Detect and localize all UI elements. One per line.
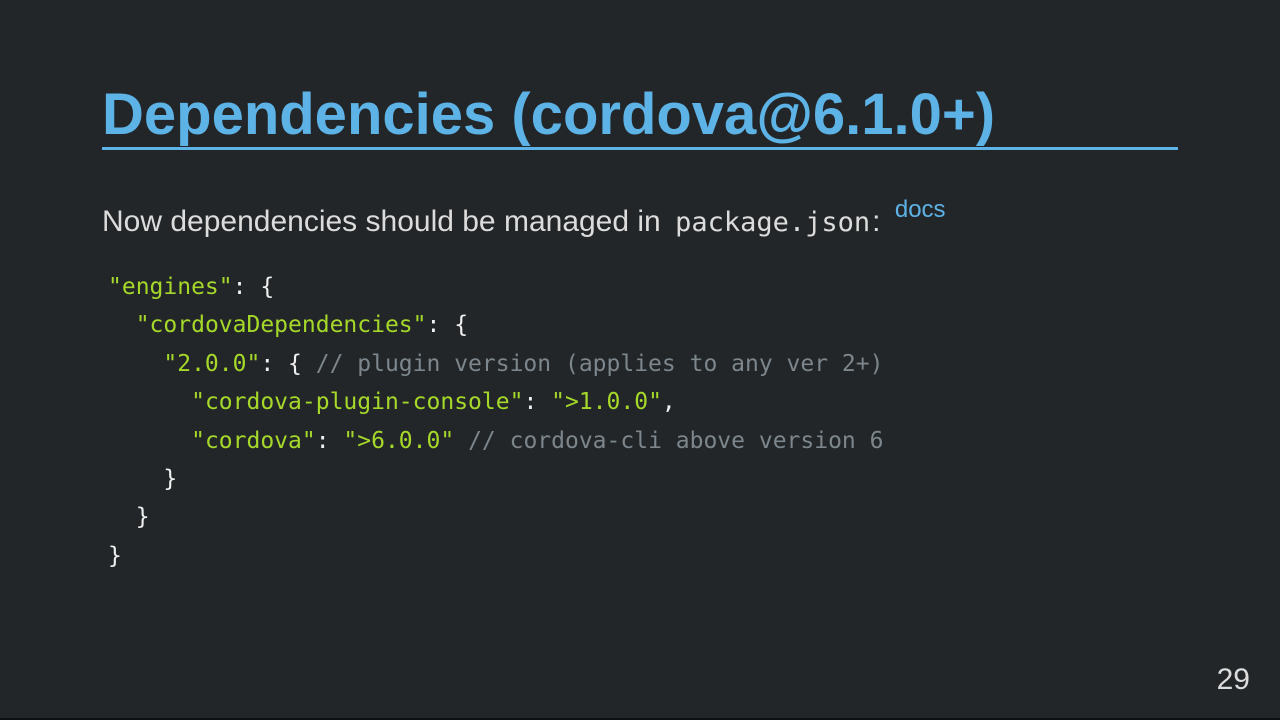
- code-punctuation: }: [163, 465, 178, 492]
- code-comment: // plugin version (applies to any ver 2+…: [315, 350, 884, 377]
- docs-link[interactable]: docs: [895, 196, 946, 223]
- code-punctuation: :: [523, 389, 552, 416]
- code-punctuation: [454, 428, 468, 454]
- code-string: ">6.0.0": [343, 427, 455, 454]
- inline-code-package-json: package.json: [675, 207, 871, 238]
- code-line: "cordovaDependencies": {: [108, 306, 883, 344]
- page-number: 29: [1216, 663, 1250, 696]
- code-line: }: [108, 537, 883, 575]
- code-punctuation: : {: [232, 274, 275, 300]
- code-line: "cordova": ">6.0.0" // cordova-cli above…: [108, 422, 883, 460]
- code-string: ">1.0.0": [551, 389, 662, 416]
- code-string: "cordova-plugin-console": [191, 389, 524, 416]
- code-line: }: [108, 498, 883, 536]
- title-underline: [102, 147, 1178, 150]
- code-punctuation: ,: [661, 389, 676, 416]
- intro-colon: :: [872, 205, 881, 238]
- code-punctuation: : {: [426, 312, 469, 339]
- code-punctuation: : {: [260, 350, 316, 377]
- slide-title: Dependencies (cordova@6.1.0+): [102, 82, 996, 147]
- code-string: "engines": [108, 274, 233, 300]
- code-punctuation: }: [108, 542, 122, 569]
- code-comment: // cordova-cli above version 6: [468, 427, 884, 454]
- code-line: "cordova-plugin-console": ">1.0.0",: [108, 383, 883, 421]
- code-line: "engines": {: [108, 268, 883, 306]
- intro-paragraph: Now dependencies should be managed in pa…: [102, 190, 946, 243]
- code-string: "2.0.0": [163, 350, 261, 377]
- code-punctuation: :: [315, 427, 344, 454]
- code-line: }: [108, 460, 883, 498]
- code-block: "engines": { "cordovaDependencies": { "2…: [108, 268, 883, 575]
- slide: Dependencies (cordova@6.1.0+) Now depend…: [0, 0, 1280, 718]
- code-string: "cordova": [191, 427, 316, 454]
- code-punctuation: }: [135, 504, 150, 531]
- intro-text: Now dependencies should be managed in: [102, 205, 661, 238]
- code-string: "cordovaDependencies": [135, 312, 427, 339]
- code-line: "2.0.0": { // plugin version (applies to…: [108, 345, 883, 383]
